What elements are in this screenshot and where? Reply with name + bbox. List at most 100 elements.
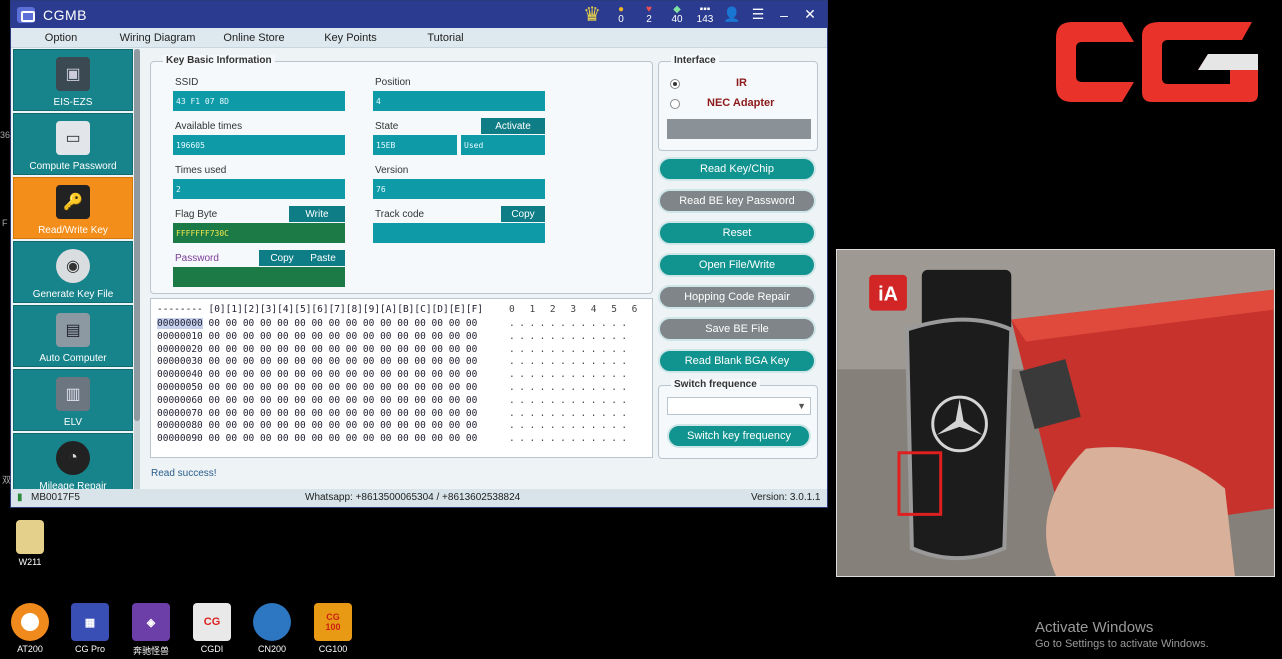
times-used-field[interactable]: 2 [173,179,345,199]
reset-button[interactable]: Reset [658,221,816,245]
sidebar-item-label: Read/Write Key [38,225,108,236]
app-logo-icon [17,6,35,23]
password-label: Password [175,253,219,264]
sidebar-item-compute-password[interactable]: ▭ Compute Password [13,113,133,175]
lock-module-icon: ▥ [56,377,90,411]
menu-icon[interactable]: ☰ [749,6,767,23]
version-info: Version: 3.0.1.1 [751,492,821,503]
edge-text: 36 [0,130,11,140]
sidebar-item-auto-computer[interactable]: ▤ Auto Computer [13,305,133,367]
dots-count: 143 [696,14,714,25]
hex-bytes: 00 00 00 00 00 00 00 00 00 00 00 00 00 0… [208,420,478,432]
taskbar-cg100[interactable]: CG 100 CG100 [303,603,363,654]
sidebar: ▣ EIS-EZS ▭ Compute Password 🔑 Read/Write K… [13,49,133,489]
menu-option[interactable]: Option [11,32,111,44]
available-times-field[interactable]: 196605 [173,135,345,155]
hex-row[interactable]: 00000050 00 00 00 00 00 00 00 00 00 00 0… [157,382,477,393]
track-code-field[interactable] [373,223,545,243]
sidebar-item-read-write-key[interactable]: 🔑 Read/Write Key [13,177,133,239]
cn200-icon [253,603,291,641]
hex-row[interactable]: 00000060 00 00 00 00 00 00 00 00 00 00 0… [157,395,477,406]
module-icon: ▤ [56,313,90,347]
hex-bytes: 00 00 00 00 00 00 00 00 00 00 00 00 00 0… [208,330,478,342]
cgdi-icon: CG [193,603,231,641]
radio-ir-label[interactable]: IR [736,77,747,89]
edge-text: 双 [2,475,12,485]
taskbar-label: 奔驰怪兽 [132,646,169,656]
state-field[interactable]: 15EB [373,135,457,155]
radio-ir[interactable] [670,79,680,89]
times-used-label: Times used [175,165,227,176]
paste-password-button[interactable]: Paste [301,250,345,266]
hex-row[interactable]: 00000000 00 00 00 00 00 00 00 00 00 00 0… [157,318,477,329]
cg-brand-logo [1056,22,1258,102]
hex-offset: 00000050 [157,382,203,393]
state-used-field[interactable]: Used [461,135,545,155]
user-icon[interactable]: 👤 [723,6,741,23]
hex-row[interactable]: 00000030 00 00 00 00 00 00 00 00 00 00 0… [157,356,477,367]
version-field[interactable]: 76 [373,179,545,199]
open-file-write-button[interactable]: Open File/Write [658,253,816,277]
diamond-count: 40 [671,14,683,25]
taskbar-label: CGDI [200,644,224,654]
title-bar: CGMB ♛ ● 0 ♥ 2 ◆ 40 ▪▪▪ 143 👤 ☰ – ✕ [11,1,827,28]
copy-password-button[interactable]: Copy [259,250,305,266]
taskbar-benz-monster[interactable]: ◈ 奔驰怪兽 [121,603,181,657]
save-be-file-button[interactable]: Save BE File [658,317,816,341]
hex-row[interactable]: 00000040 00 00 00 00 00 00 00 00 00 00 0… [157,369,477,380]
hopping-code-repair-button[interactable]: Hopping Code Repair [658,285,816,309]
hex-ascii: ............ [509,382,632,393]
interface-group: Interface IR NEC Adapter [658,55,818,151]
status-bar: ▮ MB0017F5 Whatsapp: +8613500065304 / +8… [11,489,827,507]
frequency-select[interactable]: ▼ [667,397,811,415]
sidebar-item-eis-ezs[interactable]: ▣ EIS-EZS [13,49,133,111]
benz-monster-icon: ◈ [132,603,170,641]
read-blank-bga-key-button[interactable]: Read Blank BGA Key [658,349,816,373]
sidebar-scrollbar[interactable] [134,49,140,489]
menu-online-store[interactable]: Online Store [204,32,304,44]
hex-bytes: 00 00 00 00 00 00 00 00 00 00 00 00 00 0… [208,318,478,329]
password-field[interactable] [173,267,345,287]
taskbar-cn200[interactable]: CN200 [242,603,302,654]
activate-title: Activate Windows [1035,619,1154,636]
copy-track-button[interactable]: Copy [501,206,545,222]
radio-nec-label[interactable]: NEC Adapter [707,97,774,109]
read-key-chip-button[interactable]: Read Key/Chip [658,157,816,181]
sidebar-item-mileage-repair[interactable]: ◔ Mileage Repair [13,433,133,489]
sidebar-item-elv[interactable]: ▥ ELV [13,369,133,431]
minimize-button[interactable]: – [775,7,793,23]
menu-bar: Option Wiring Diagram Online Store Key P… [11,28,827,48]
radio-nec-adapter[interactable] [670,99,680,109]
hex-offset: 00000020 [157,343,203,355]
activate-button[interactable]: Activate [481,118,545,134]
position-field[interactable]: 4 [373,91,545,111]
flag-byte-field[interactable]: FFFFFFF730C [173,223,345,243]
desktop-folder-w211[interactable]: W211 [0,520,60,567]
switch-key-frequency-button[interactable]: Switch key frequency [667,424,811,448]
read-be-key-password-button[interactable]: Read BE key Password [658,189,816,213]
group-legend: Key Basic Information [163,55,275,66]
taskbar-cgdi[interactable]: CG CGDI [182,603,242,654]
device-id: MB0017F5 [31,492,80,503]
hex-ascii: ............ [509,433,632,445]
hex-row[interactable]: 00000020 00 00 00 00 00 00 00 00 00 00 0… [157,344,477,355]
hex-row[interactable]: 00000080 00 00 00 00 00 00 00 00 00 00 0… [157,420,477,431]
hex-row[interactable]: 00000010 00 00 00 00 00 00 00 00 00 00 0… [157,331,477,342]
hex-row[interactable]: 00000090 00 00 00 00 00 00 00 00 00 00 0… [157,433,477,444]
taskbar-at200[interactable]: AT200 [0,603,60,654]
sidebar-item-generate-key-file[interactable]: ◉ Generate Key File [13,241,133,303]
hex-offset: 00000090 [157,433,203,445]
hex-row[interactable]: 00000070 00 00 00 00 00 00 00 00 00 00 0… [157,408,477,419]
crown-icon[interactable]: ♛ [583,2,601,27]
close-button[interactable]: ✕ [801,6,819,23]
cg-pro-icon: ▦ [71,603,109,641]
menu-wiring-diagram[interactable]: Wiring Diagram [111,32,204,44]
hex-ascii: ............ [509,330,632,342]
hex-view[interactable]: -------- [0][1][2][3][4][5][6][7][8][9][… [150,298,653,458]
write-button[interactable]: Write [289,206,345,222]
menu-tutorial[interactable]: Tutorial [397,32,494,44]
menu-key-points[interactable]: Key Points [304,32,397,44]
scrollbar-thumb[interactable] [134,49,140,421]
taskbar-cg-pro[interactable]: ▦ CG Pro [60,603,120,654]
ssid-field[interactable]: 43 F1 07 8D [173,91,345,111]
